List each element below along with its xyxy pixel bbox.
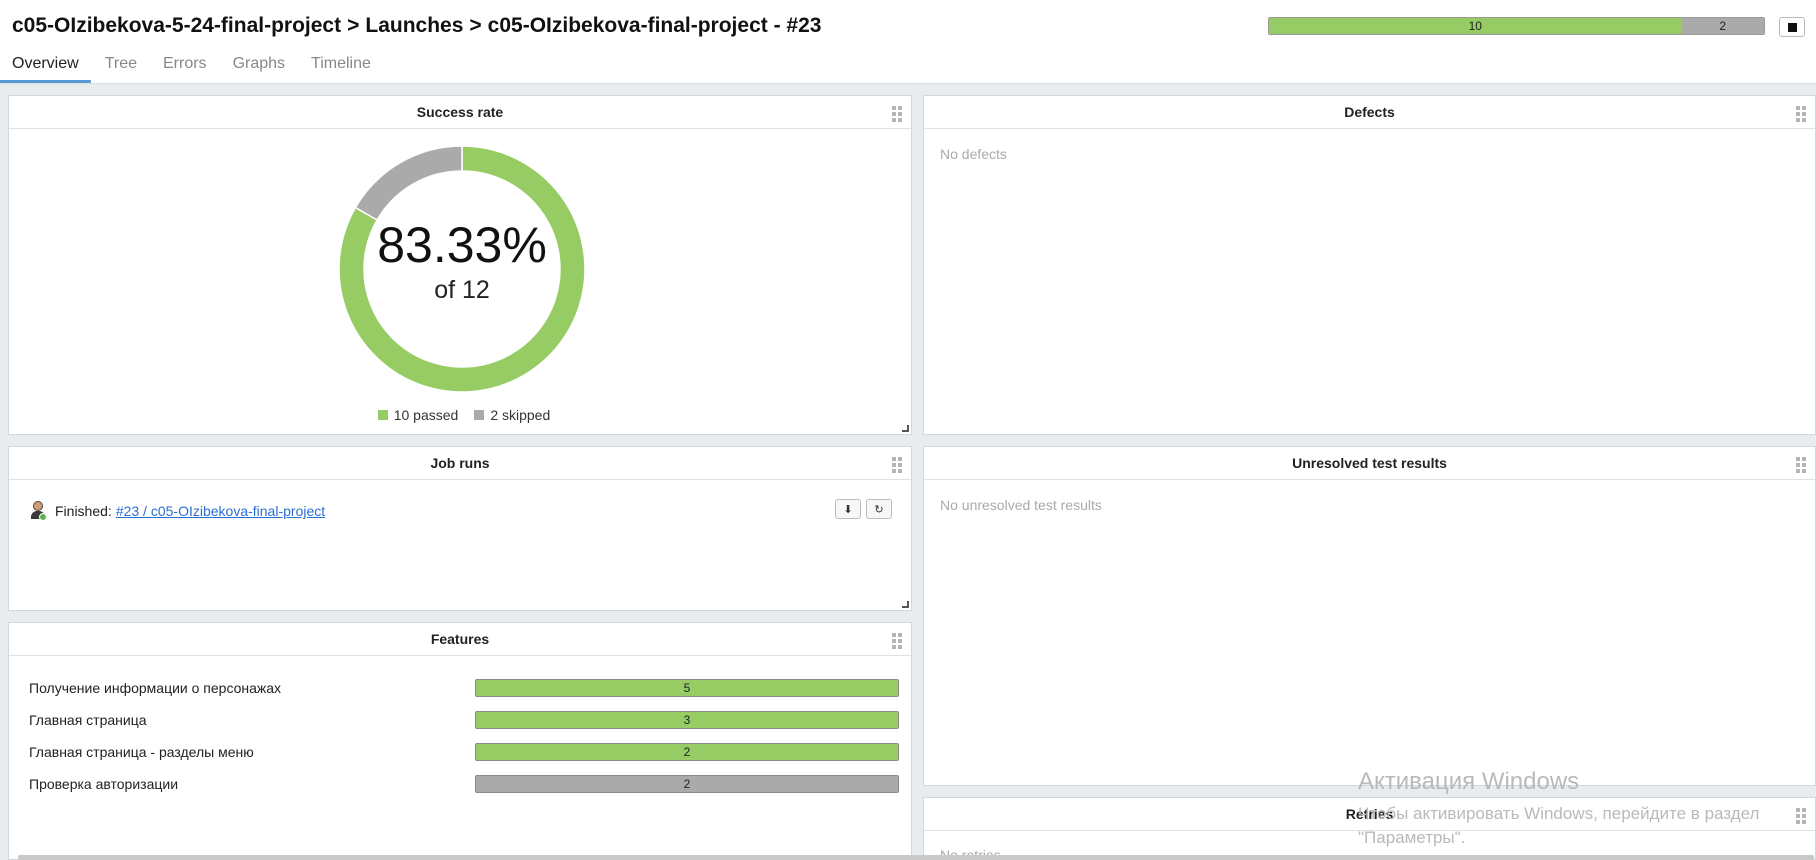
feature-count-bar: 5 (475, 679, 899, 697)
breadcrumb-separator: > (347, 14, 360, 37)
panel-title: Features (430, 631, 490, 647)
total-count: of 12 (434, 275, 490, 304)
tab-bar: Overview Tree Errors Graphs Timeline (0, 52, 385, 84)
job-run-row: Finished: #23 / c05-OIzibekova-final-pro… (29, 501, 325, 521)
job-run-link[interactable]: #23 / c05-OIzibekova-final-project (116, 503, 325, 519)
feature-count-bar: 2 (475, 743, 899, 761)
refresh-icon: ↻ (874, 503, 884, 516)
donut-center-label: 83.33% of 12 (337, 144, 587, 394)
download-button[interactable]: ⬇ (835, 499, 861, 519)
legend-label: 10 passed (393, 407, 459, 423)
unresolved-empty-text: No unresolved test results (940, 497, 1102, 513)
drag-handle-icon[interactable] (1796, 457, 1806, 473)
unresolved-panel: Unresolved test results No unresolved te… (923, 446, 1816, 786)
drag-handle-icon[interactable] (1796, 808, 1806, 824)
summary-passed-segment: 10 (1269, 18, 1682, 34)
panel-title: Success rate (416, 104, 504, 120)
breadcrumb-launches[interactable]: Launches (365, 14, 463, 37)
tab-graphs[interactable]: Graphs (221, 52, 297, 83)
tab-timeline[interactable]: Timeline (299, 52, 383, 83)
panel-header: Features (9, 623, 911, 656)
features-panel: Features Получение информации о персонаж… (8, 622, 912, 860)
jenkins-icon (29, 501, 47, 521)
refresh-button[interactable]: ↻ (866, 499, 892, 519)
feature-row[interactable]: Получение информации о персонажах 5 (29, 678, 899, 698)
feature-row[interactable]: Главная страница 3 (29, 710, 899, 730)
drag-handle-icon[interactable] (1796, 106, 1806, 122)
panel-header: Unresolved test results (924, 447, 1815, 480)
breadcrumb-separator: > (469, 14, 482, 37)
job-status: Finished: (55, 503, 112, 519)
success-percent: 83.33% (377, 216, 547, 273)
feature-name: Главная страница (29, 712, 147, 728)
tab-tree[interactable]: Tree (93, 52, 149, 83)
legend-label: 2 skipped (490, 407, 551, 423)
feature-name: Главная страница - разделы меню (29, 744, 254, 760)
summary-skipped-segment: 2 (1681, 18, 1764, 34)
drag-handle-icon[interactable] (892, 633, 902, 649)
horizontal-scrollbar[interactable] (18, 855, 1814, 860)
stop-icon (1787, 22, 1797, 32)
tab-errors[interactable]: Errors (151, 52, 219, 83)
resize-handle[interactable] (902, 425, 909, 432)
resize-handle[interactable] (902, 601, 909, 608)
panel-title: Defects (1344, 104, 1395, 120)
panel-title: Unresolved test results (1292, 455, 1447, 471)
breadcrumb-project[interactable]: c05-OIzibekova-5-24-final-project (12, 14, 341, 37)
legend-item-skipped: 2 skipped (474, 407, 550, 423)
job-runs-panel: Job runs Finished: #23 / c05-OIzibekova-… (8, 446, 912, 611)
success-rate-donut: 83.33% of 12 (337, 144, 587, 394)
legend-swatch-passed (377, 410, 388, 420)
retries-panel: Retries No retries (923, 797, 1816, 860)
drag-handle-icon[interactable] (892, 106, 902, 122)
success-rate-panel: Success rate 83.33% of 12 10 passed 2 sk… (8, 95, 912, 435)
breadcrumb-launch: c05-OIzibekova-final-project - #23 (487, 14, 822, 37)
stop-button[interactable] (1779, 17, 1805, 37)
launch-summary-bar: 10 2 (1268, 17, 1765, 35)
feature-count-bar: 3 (475, 711, 899, 729)
feature-count-bar: 2 (475, 775, 899, 793)
feature-row[interactable]: Проверка авторизации 2 (29, 774, 899, 794)
feature-name: Получение информации о персонажах (29, 680, 282, 696)
panel-title: Retries (1345, 806, 1394, 822)
panel-header: Retries (924, 798, 1815, 831)
tab-overview[interactable]: Overview (0, 52, 91, 83)
feature-name: Проверка авторизации (29, 776, 179, 792)
legend-item-passed: 10 passed (377, 407, 459, 423)
defects-empty-text: No defects (940, 146, 1007, 162)
feature-row[interactable]: Главная страница - разделы меню 2 (29, 742, 899, 762)
header-bar: c05-OIzibekova-5-24-final-project > Launch… (0, 0, 1816, 84)
panel-header: Defects (924, 96, 1815, 129)
defects-panel: Defects No defects (923, 95, 1816, 435)
legend-swatch-skipped (474, 410, 485, 420)
drag-handle-icon[interactable] (892, 457, 902, 473)
panel-header: Success rate (9, 96, 911, 129)
panel-header: Job runs (9, 447, 911, 480)
chart-legend: 10 passed 2 skipped (9, 407, 919, 423)
breadcrumb: c05-OIzibekova-5-24-final-project > Launch… (12, 14, 821, 38)
panel-title: Job runs (430, 455, 490, 471)
download-icon: ⬇ (843, 503, 853, 516)
